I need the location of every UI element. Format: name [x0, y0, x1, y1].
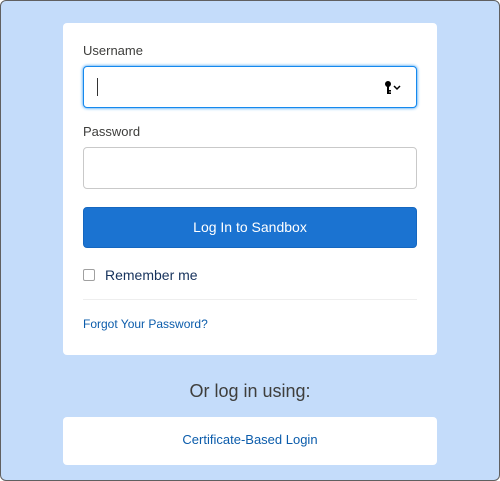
key-dropdown-icon [385, 81, 401, 94]
divider [83, 299, 417, 300]
alternate-login-card: Certificate-Based Login [63, 417, 437, 465]
password-input[interactable] [96, 148, 382, 188]
remember-me[interactable]: Remember me [83, 266, 198, 284]
password-label: Password [83, 124, 141, 139]
remember-me-label[interactable]: Remember me [105, 267, 198, 283]
login-page: Username Password Log In to Sandbox Reme… [0, 0, 500, 481]
login-button[interactable]: Log In to Sandbox [83, 207, 417, 248]
alternate-login-heading: Or log in using: [189, 381, 311, 401]
username-label: Username [83, 43, 143, 58]
remember-me-checkbox[interactable] [83, 269, 95, 281]
password-field[interactable] [83, 147, 417, 189]
username-input[interactable] [96, 67, 382, 107]
key-icon[interactable] [384, 80, 402, 96]
username-field[interactable] [83, 66, 417, 108]
login-card: Username Password Log In to Sandbox Reme… [63, 23, 437, 355]
forgot-password-link[interactable]: Forgot Your Password? [83, 317, 208, 331]
certificate-login-link[interactable]: Certificate-Based Login [63, 417, 437, 465]
